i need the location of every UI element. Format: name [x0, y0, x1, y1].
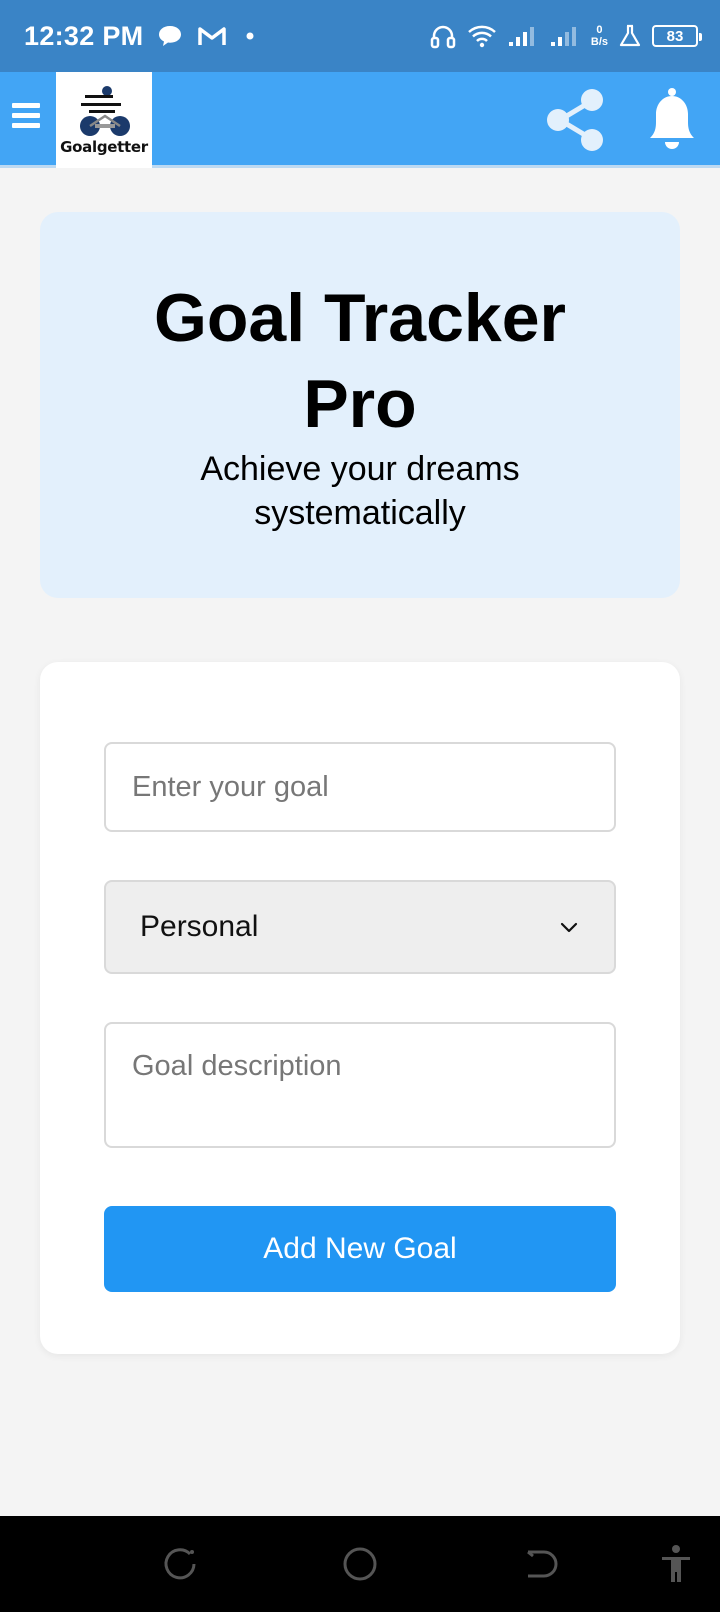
- chat-icon: [159, 26, 182, 46]
- net-speed-unit: B/s: [590, 36, 608, 48]
- status-time: 12:32 PM: [24, 20, 144, 51]
- back-icon: [527, 1550, 558, 1578]
- menu-button[interactable]: [12, 98, 42, 138]
- system-nav-bar: [0, 1516, 720, 1612]
- signal-icon: [508, 27, 534, 46]
- app-logo[interactable]: Goalgetter: [56, 72, 152, 168]
- wifi-icon: [468, 25, 496, 48]
- goal-input[interactable]: [104, 742, 616, 832]
- hero-card: Goal Tracker Pro Achieve your dreams sys…: [40, 212, 680, 598]
- status-left: 12:32 PM: [24, 21, 259, 52]
- accessibility-icon: [662, 1545, 690, 1582]
- lab-icon: [619, 24, 641, 47]
- dot-icon: [246, 32, 254, 40]
- category-select[interactable]: Personal: [104, 880, 616, 974]
- signal-icon: [550, 27, 576, 46]
- chevron-down-icon: [560, 922, 578, 933]
- category-selected-value: Personal: [140, 910, 259, 943]
- bell-icon: [650, 88, 694, 149]
- notification-button[interactable]: [636, 84, 708, 156]
- share-icon: [547, 89, 603, 151]
- home-button[interactable]: [336, 1540, 384, 1588]
- logo-bike-icon: [80, 86, 130, 136]
- gmail-icon: [198, 27, 227, 45]
- accessibility-button[interactable]: [652, 1540, 700, 1588]
- logo-text: Goalgetter: [60, 138, 148, 156]
- net-speed: 0 B/s: [591, 24, 608, 48]
- page-title: Goal Tracker Pro: [153, 280, 567, 442]
- page-subtitle: Achieve your dreams systematically: [200, 450, 520, 532]
- add-goal-button[interactable]: Add New Goal: [104, 1206, 616, 1292]
- menu-icon: [12, 103, 40, 108]
- recent-apps-button[interactable]: [156, 1540, 204, 1588]
- recent-apps-icon: [164, 1548, 196, 1580]
- app-header: Goalgetter: [0, 72, 720, 168]
- back-button[interactable]: [516, 1540, 564, 1588]
- menu-icon-bar: [12, 123, 40, 128]
- status-bar: 12:32 PM 0 B/s 83: [0, 0, 720, 72]
- share-button[interactable]: [540, 84, 612, 156]
- home-icon: [343, 1547, 377, 1581]
- battery-icon: 83: [652, 25, 702, 47]
- goal-form-card: Personal Add New Goal: [40, 662, 680, 1354]
- status-right: 0 B/s 83: [429, 22, 702, 50]
- headset-icon: [430, 25, 456, 49]
- goal-description-field[interactable]: [104, 1022, 616, 1148]
- menu-icon-bar: [12, 113, 40, 118]
- net-speed-value: 0: [596, 24, 603, 36]
